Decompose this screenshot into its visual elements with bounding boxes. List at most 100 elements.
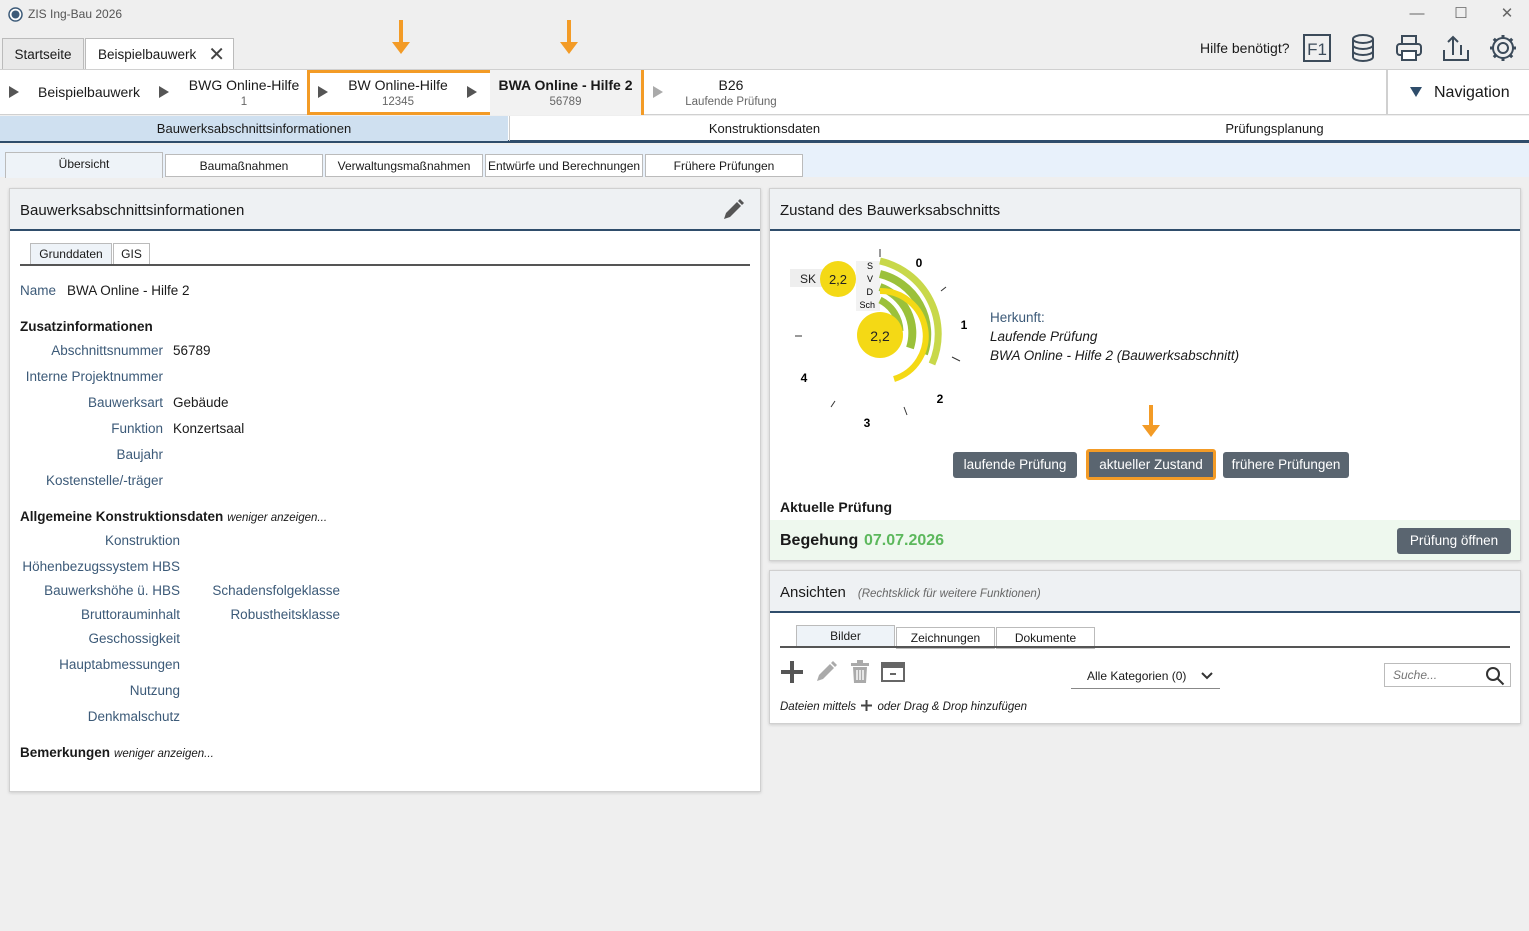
section-zusatzinformationen: Zusatzinformationen [20,319,153,334]
search-box[interactable] [1384,663,1511,687]
tab-startseite[interactable]: Startseite [2,38,84,70]
kategorie-value: Alle Kategorien (0) [1087,669,1187,683]
breadcrumb-item[interactable]: Beispielbauwerk [30,70,148,115]
weniger-anzeigen-link[interactable]: weniger anzeigen... [114,748,214,760]
breadcrumb-item[interactable]: BW Online-Hilfe 12345 [336,70,460,115]
tab-uebersicht[interactable]: Übersicht [5,152,163,178]
svg-text:2,2: 2,2 [870,328,890,344]
tab-bilder[interactable]: Bilder [796,625,895,648]
begehung-date: 07.07.2026 [864,532,945,549]
document-tabs: Startseite Beispielbauwerk ✕ [0,36,1529,70]
main-tabs: Bauwerksabschnittsinformationen Konstruk… [0,116,1529,143]
weniger-anzeigen-link[interactable]: weniger anzeigen... [227,512,327,524]
bauwerkshoehe-label: Bauwerkshöhe ü. HBS [44,583,180,598]
hoehenbezugssystem-label: Höhenbezugssystem HBS [22,559,180,574]
tab-entwuerfe[interactable]: Entwürfe und Berechnungen [485,154,643,177]
bauwerksart-value: Gebäude [173,395,229,410]
kostenstelle-label: Kostenstelle/-träger [45,473,163,488]
section-konstruktionsdaten: Allgemeine Konstruktionsdaten weniger anz… [20,509,328,524]
tab-konstruktionsdaten[interactable]: Konstruktionsdaten [509,116,1019,141]
print-icon[interactable] [1394,33,1424,63]
window-title: ZIS Ing-Bau 2026 [28,7,123,21]
bauwerksart-label: Bauwerksart [87,395,163,410]
laufende-pruefung-button[interactable]: laufende Prüfung [953,452,1077,478]
baujahr-label: Baujahr [116,447,163,462]
aktuelle-pruefung-label: Aktuelle Prüfung [780,499,893,515]
database-icon[interactable] [1349,33,1379,63]
section-bemerkungen: Bemerkungen weniger anzeigen... [20,745,214,760]
fruehere-pruefungen-button[interactable]: frühere Prüfungen [1223,452,1349,478]
divider [780,646,1510,648]
breadcrumb-item[interactable]: BWG Online-Hilfe 1 [180,70,308,115]
tab-fruehere-pruefungen[interactable]: Frühere Prüfungen [645,154,803,177]
tab-baumassnahmen[interactable]: Baumaßnahmen [165,154,323,177]
konstruktion-label: Konstruktion [104,533,180,548]
archive-box-icon[interactable] [880,659,906,685]
settings-gear-icon[interactable] [1488,33,1518,63]
ansichten-hint: (Rechtsklick für weitere Funktionen) [857,588,1041,600]
export-icon[interactable] [1441,33,1471,63]
trash-icon[interactable] [848,659,872,685]
svg-text:V: V [867,274,873,284]
hauptabmessungen-label: Hauptabmessungen [59,657,180,672]
add-plus-icon[interactable] [779,659,805,685]
herkunft-label: Herkunft: [990,310,1045,325]
edit-pencil-icon[interactable] [813,659,839,685]
tab-pruefungsplanung[interactable]: Prüfungsplanung [1020,116,1529,141]
tab-label: Beispielbauwerk [98,47,197,62]
bruttorauminhalt-label: Bruttorauminhalt [80,607,180,622]
svg-text:S: S [867,261,873,271]
breadcrumb: Beispielbauwerk BWG Online-Hilfe 1 BW Onl… [0,69,1529,115]
divider [20,264,750,266]
svg-text:4: 4 [801,371,808,385]
kategorie-dropdown[interactable]: Alle Kategorien (0) [1071,665,1220,689]
caret-down-icon [1410,87,1422,97]
navigation-dropdown[interactable]: Navigation [1386,70,1529,115]
panel-header: Bauwerksabschnittsinformationen [10,189,760,231]
sub-tabs: Übersicht Baumaßnahmen Verwaltungsmaßnah… [0,145,1529,178]
navigation-label: Navigation [1434,84,1510,101]
svg-text:2,2: 2,2 [829,272,847,287]
chevron-down-icon [1201,672,1213,680]
minimize-button[interactable]: — [1405,4,1429,24]
abschnittsnummer-label: Abschnittsnummer [51,343,163,358]
svg-text:2: 2 [937,392,944,406]
help-label: Hilfe benötigt? [1200,40,1290,56]
funktion-label: Funktion [111,421,163,436]
svg-text:3: 3 [864,416,871,430]
projektnummer-label: Interne Projektnummer [25,369,163,384]
title-bar: ZIS Ing-Bau 2026 — ☐ ✕ [0,0,1529,30]
tab-gis[interactable]: GIS [113,243,150,266]
tab-bauwerksabschnittsinformationen[interactable]: Bauwerksabschnittsinformationen [0,116,508,141]
breadcrumb-item-current[interactable]: BWA Online - Hilfe 2 56789 [490,70,641,115]
bauwerksabschnitt-panel: Bauwerksabschnittsinformationen Grunddat… [9,188,761,792]
robustheitsklasse-label: Robustheitsklasse [230,607,340,622]
f1-help-icon[interactable]: F1 [1302,33,1332,63]
drop-hint: Dateien mittels oder Drag & Drop hinzufü… [780,700,1028,713]
chevron-right-icon [9,86,19,98]
zustand-panel: Zustand des Bauwerksabschnitts SK 2,2 S … [769,188,1521,561]
edit-pencil-icon[interactable] [720,197,746,223]
chevron-right-icon [318,86,328,98]
name-value: BWA Online - Hilfe 2 [67,283,190,298]
breadcrumb-item[interactable]: B26 Laufende Prüfung [676,70,786,115]
chevron-right-icon [653,86,663,98]
panel-header: Zustand des Bauwerksabschnitts [770,189,1520,231]
svg-text:0: 0 [916,256,923,270]
search-icon[interactable] [1485,666,1505,686]
svg-text:D: D [867,287,874,297]
search-input[interactable] [1385,664,1483,686]
herkunft-value-2: BWA Online - Hilfe 2 (Bauwerksabschnitt) [990,348,1240,363]
herkunft-value-1: Laufende Prüfung [990,329,1098,344]
tab-verwaltungsmassnahmen[interactable]: Verwaltungsmaßnahmen [325,154,483,177]
close-window-button[interactable]: ✕ [1495,4,1519,24]
close-tab-icon[interactable]: ✕ [208,39,225,71]
maximize-button[interactable]: ☐ [1449,4,1473,24]
tab-beispielbauwerk[interactable]: Beispielbauwerk ✕ [85,38,234,70]
aktueller-zustand-button[interactable]: aktueller Zustand [1086,449,1216,480]
annotation-arrow [392,20,410,54]
ansichten-panel: Ansichten (Rechtsklick für weitere Funkti… [769,570,1521,724]
tab-grunddaten[interactable]: Grunddaten [30,243,112,266]
pruefung-oeffnen-button[interactable]: Prüfung öffnen [1397,528,1511,554]
begehung-label: Begehung [780,532,859,549]
